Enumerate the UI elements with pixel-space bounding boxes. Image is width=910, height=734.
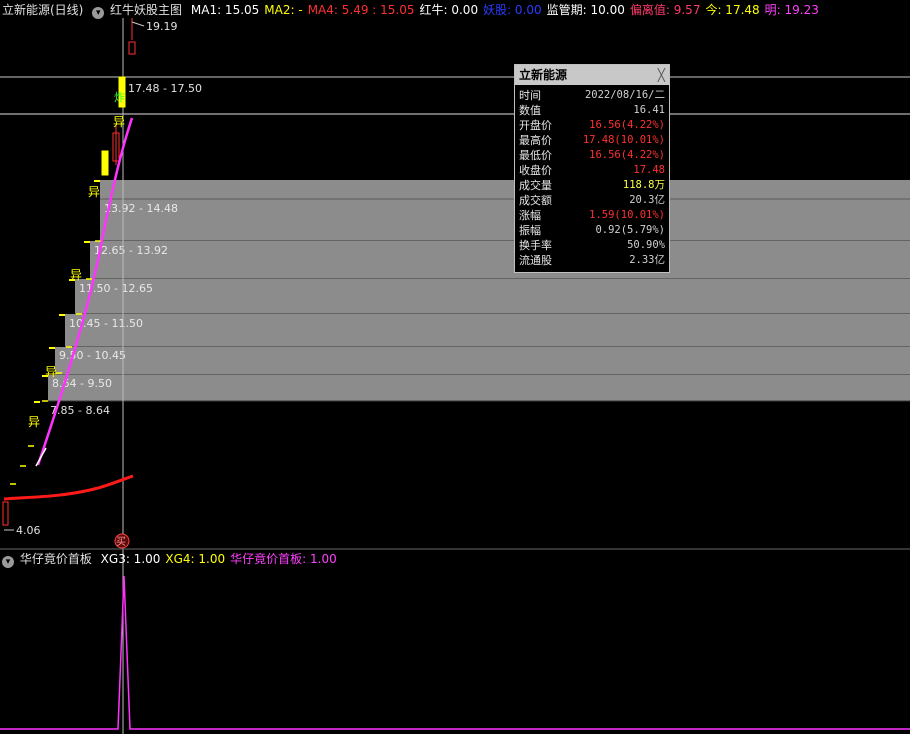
tooltip-value: 16.56(4.22%) <box>589 119 665 131</box>
price-band <box>90 241 910 279</box>
signal-marker: 异 <box>113 115 125 129</box>
main-chart[interactable]: 13.92 - 14.4812.65 - 13.9211.50 - 12.651… <box>0 0 910 734</box>
price-band <box>48 375 910 401</box>
price-band <box>75 279 910 314</box>
tooltip-row: 数值 16.41 <box>515 103 669 118</box>
tooltip-row: 换手率 50.90% <box>515 238 669 253</box>
tooltip-value: 17.48 <box>633 164 665 176</box>
price-band-label: 7.85 - 8.64 <box>50 404 110 417</box>
tooltip-row: 时间 2022/08/16/二 <box>515 88 669 103</box>
tooltip-key: 开盘价 <box>519 119 552 132</box>
ma-curve-red <box>3 474 134 501</box>
tooltip-title: 立新能源 ╳ <box>515 65 669 85</box>
signal-marker: 异 <box>70 268 82 282</box>
close-icon[interactable]: ╳ <box>658 65 665 85</box>
tooltip-value: 50.90% <box>627 239 665 251</box>
tooltip-value: 2022/08/16/二 <box>584 89 665 101</box>
info-tooltip: 立新能源 ╳ 时间 2022/08/16/二数值 16.41 开盘价 16.56(4.2… <box>514 64 670 273</box>
price-band-label: 9.50 - 10.45 <box>59 349 126 362</box>
series-value: 华仔竟价首板: 1.00 <box>230 552 337 566</box>
boom-marker: 炸 <box>114 91 125 104</box>
tooltip-row: 成交额 20.3亿 <box>515 193 669 208</box>
series-value: XG3: 1.00 <box>100 552 161 566</box>
high-marker-label: 19.19 <box>146 20 178 33</box>
chevron-down-icon[interactable]: ▾ <box>2 556 14 568</box>
crosshair-price-label: 17.48 - 17.50 <box>128 82 202 95</box>
tooltip-key: 涨幅 <box>519 209 541 222</box>
price-band-label: 8.64 - 9.50 <box>52 377 112 390</box>
low-marker-label: 4.06 <box>16 524 41 537</box>
series-value: XG4: 1.00 <box>165 552 226 566</box>
tooltip-row: 成交量 118.8万 <box>515 178 669 193</box>
tooltip-title-text: 立新能源 <box>519 68 568 82</box>
tooltip-key: 成交额 <box>519 194 552 207</box>
candle <box>101 150 109 176</box>
tooltip-value: 16.41 <box>633 104 665 116</box>
high-candle <box>128 41 136 55</box>
low-candle <box>2 501 9 526</box>
tooltip-key: 换手率 <box>519 239 552 252</box>
sub-indicator-name[interactable]: 华仔竟价首板 <box>20 552 92 566</box>
price-band-label: 13.92 - 14.48 <box>104 202 178 215</box>
tooltip-row: 开盘价 16.56(4.22%) <box>515 118 669 133</box>
signal-marker: 异 <box>45 365 57 379</box>
tooltip-row: 收盘价 17.48 <box>515 163 669 178</box>
signal-marker: 异 <box>28 415 40 429</box>
signal-marker: 异 <box>88 185 100 199</box>
tooltip-key: 收盘价 <box>519 164 552 177</box>
tooltip-value: 1.59(10.01%) <box>589 209 665 221</box>
tooltip-key: 振幅 <box>519 224 541 237</box>
buy-marker-label: 买 <box>116 536 126 548</box>
price-band <box>100 180 910 241</box>
sub-chart-line <box>0 575 910 730</box>
tooltip-row: 最高价 17.48(10.01%) <box>515 133 669 148</box>
tooltip-key: 最低价 <box>519 149 552 162</box>
tooltip-row: 流通股 2.33亿 <box>515 253 669 268</box>
tooltip-key: 时间 <box>519 89 541 102</box>
high-arrow <box>131 21 145 27</box>
tooltip-value: 0.92(5.79%) <box>595 224 665 236</box>
tooltip-row: 最低价 16.56(4.22%) <box>515 148 669 163</box>
ma-curve-white <box>35 447 47 467</box>
tooltip-key: 流通股 <box>519 254 552 267</box>
tooltip-key: 最高价 <box>519 134 552 147</box>
tooltip-key: 数值 <box>519 104 541 117</box>
price-band <box>55 347 910 375</box>
price-band-label: 12.65 - 13.92 <box>94 244 168 257</box>
tooltip-key: 成交量 <box>519 179 552 192</box>
tooltip-value: 16.56(4.22%) <box>589 149 665 161</box>
sub-chart-header: ▾ 华仔竟价首板 XG3: 1.00 XG4: 1.00 华仔竟价首板: 1.00 <box>2 551 347 568</box>
tooltip-value: 20.3亿 <box>629 194 665 206</box>
tooltip-value: 2.33亿 <box>629 254 665 266</box>
price-band <box>65 314 910 347</box>
tooltip-value: 118.8万 <box>622 179 665 191</box>
tooltip-value: 17.48(10.01%) <box>582 134 665 146</box>
tooltip-row: 振幅 0.92(5.79%) <box>515 223 669 238</box>
tooltip-row: 涨幅 1.59(10.01%) <box>515 208 669 223</box>
